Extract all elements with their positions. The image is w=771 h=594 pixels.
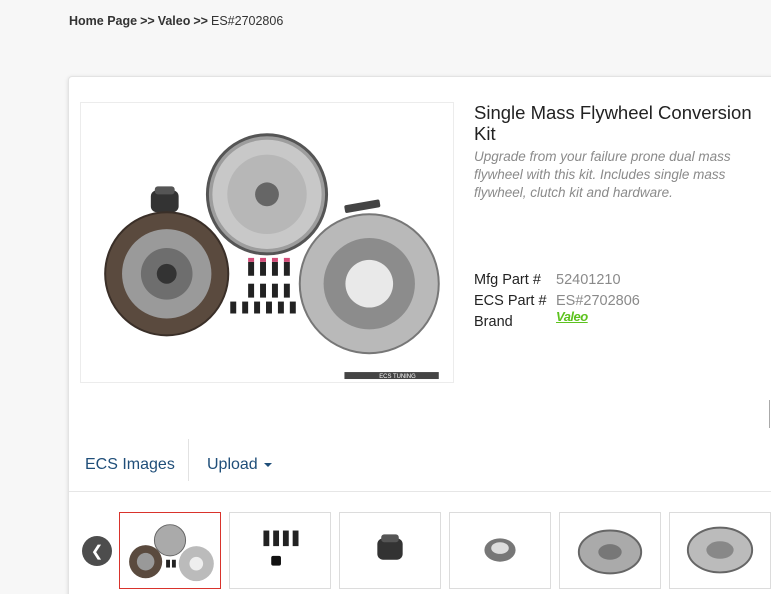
product-info: Single Mass Flywheel Conversion Kit Upgr…	[474, 102, 764, 202]
ecs-part-label: ECS Part #	[474, 293, 547, 309]
spec-row-mfg: Mfg Part # 52401210	[474, 270, 640, 291]
thumbnail-strip: ❮	[69, 502, 771, 594]
page: Home Page >> Valeo >> ES#2702806 ECS TUN…	[0, 0, 771, 594]
product-title: Single Mass Flywheel Conversion Kit	[474, 102, 752, 144]
tab-ecs-images[interactable]: ECS Images	[85, 437, 175, 492]
thumb-kit-image	[129, 524, 214, 582]
tab-upload-label: Upload	[207, 455, 258, 473]
mfg-part-value: 52401210	[556, 272, 621, 288]
watermark-text: ECS TUNING	[379, 374, 416, 380]
clutch-kit-illustration: ECS TUNING	[104, 133, 440, 380]
thumb-release-bearing-image	[377, 534, 403, 560]
chevron-left-icon: ❮	[90, 543, 104, 560]
breadcrumb-brand-link[interactable]: Valeo	[158, 14, 191, 28]
breadcrumb-home-link[interactable]: Home Page	[69, 14, 137, 28]
gallery-tabs: ECS Images Upload	[69, 437, 771, 492]
thumb-bolts-image	[263, 530, 299, 566]
breadcrumb-current: ES#2702806	[210, 14, 284, 28]
main-product-image[interactable]: ECS TUNING	[80, 102, 454, 383]
breadcrumb-separator: >>	[193, 14, 208, 28]
product-subtitle: Upgrade from your failure prone dual mas…	[474, 149, 731, 200]
thumb-flywheel-front-image	[577, 529, 643, 575]
thumbnail-flywheel-front[interactable]	[559, 512, 661, 589]
caret-down-icon	[263, 462, 272, 467]
spec-row-brand: Brand Valeo	[474, 309, 640, 333]
brand-label: Brand	[474, 314, 513, 330]
thumb-pilot-bearing-image	[484, 538, 516, 562]
tab-upload[interactable]: Upload	[207, 437, 272, 492]
breadcrumb: Home Page >> Valeo >> ES#2702806	[69, 14, 283, 28]
thumbnail-pilot-bearing[interactable]	[449, 512, 551, 589]
thumbnail-kit[interactable]	[119, 512, 221, 589]
breadcrumb-separator: >>	[140, 14, 155, 28]
product-specs: Mfg Part # 52401210 ECS Part # ES#270280…	[474, 270, 640, 333]
carousel-prev-button[interactable]: ❮	[82, 536, 112, 566]
mfg-part-label: Mfg Part #	[474, 272, 541, 288]
tab-divider	[188, 439, 189, 481]
thumb-flywheel-back-image	[686, 526, 754, 574]
thumbnail-release-bearing[interactable]	[339, 512, 441, 589]
product-card: ECS TUNING Single Mass Flywheel Conversi…	[68, 76, 771, 594]
thumbnail-bolts[interactable]	[229, 512, 331, 589]
brand-logo[interactable]: Valeo	[556, 306, 588, 333]
thumbnail-flywheel-back[interactable]	[669, 512, 771, 589]
